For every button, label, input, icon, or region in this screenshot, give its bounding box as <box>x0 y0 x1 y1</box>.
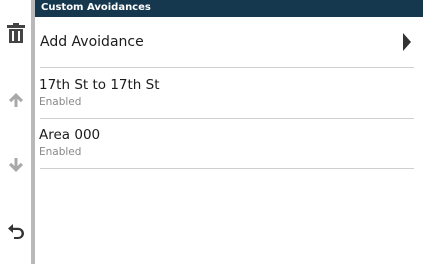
back-button[interactable] <box>0 211 31 251</box>
move-down-button[interactable] <box>0 145 31 185</box>
avoidance-name: 17th St to 17th St <box>39 77 160 93</box>
arrow-down-icon <box>8 158 23 172</box>
left-toolbar <box>0 0 31 264</box>
add-avoidance-label: Add Avoidance <box>40 34 144 50</box>
list-item[interactable]: Area 000 Enabled <box>35 119 423 169</box>
divider <box>40 168 414 169</box>
avoidance-status: Enabled <box>39 146 82 158</box>
back-icon <box>7 224 24 239</box>
title-bar: Custom Avoidances <box>35 0 423 17</box>
move-up-button[interactable] <box>0 80 31 120</box>
chevron-right-icon <box>403 33 411 51</box>
arrow-up-icon <box>8 93 23 107</box>
avoidance-name: Area 000 <box>39 127 101 143</box>
add-avoidance-button[interactable]: Add Avoidance <box>35 17 423 67</box>
list-item[interactable]: 17th St to 17th St Enabled <box>35 68 423 118</box>
avoidance-status: Enabled <box>39 96 82 108</box>
page-title: Custom Avoidances <box>41 2 151 13</box>
trash-icon <box>6 23 25 43</box>
delete-button[interactable] <box>0 13 31 53</box>
